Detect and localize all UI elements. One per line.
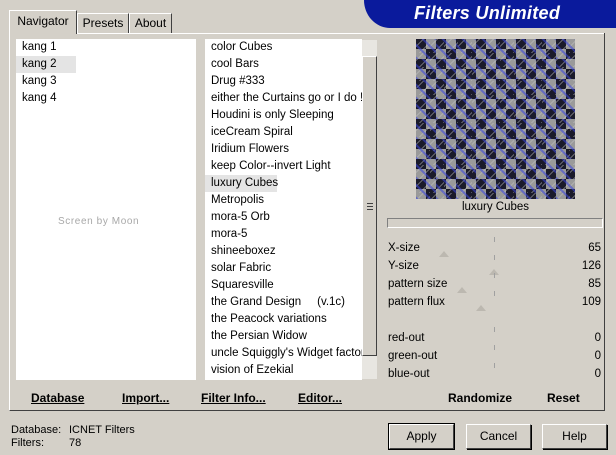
- slider-thumb-icon[interactable]: [457, 287, 467, 293]
- slider-pattern-size[interactable]: pattern size 85: [386, 273, 605, 294]
- filter-item[interactable]: shineeboxez: [205, 243, 276, 260]
- slider-tick: [494, 255, 495, 260]
- slider-tick: [494, 273, 495, 278]
- slider-label: pattern flux: [388, 296, 445, 308]
- filter-item[interactable]: the Peacock variations: [205, 311, 327, 328]
- slider-value: 65: [588, 242, 601, 254]
- app-title: Filters Unlimited: [414, 3, 561, 23]
- tab-navigator[interactable]: Navigator: [9, 10, 77, 34]
- filter-item[interactable]: mora-5: [205, 226, 247, 243]
- scrollbar-thumb[interactable]: [362, 56, 377, 356]
- slider-label: X-size: [388, 242, 420, 254]
- filter-item[interactable]: color Cubes: [205, 39, 272, 56]
- filter-item[interactable]: Iridium Flowers: [205, 141, 289, 158]
- filters-count-value: 78: [69, 437, 82, 449]
- slider-green-out[interactable]: green-out 0: [386, 345, 605, 366]
- slider-pattern-flux[interactable]: pattern flux 109: [386, 291, 605, 312]
- slider-value: 0: [594, 368, 601, 380]
- slider-red-out[interactable]: red-out 0: [386, 327, 605, 348]
- editor-button[interactable]: Editor...: [298, 391, 342, 405]
- database-value: ICNET Filters: [69, 424, 135, 436]
- slider-label: pattern size: [388, 278, 448, 290]
- slider-thumb-icon[interactable]: [476, 305, 486, 311]
- slider-tick: [494, 237, 495, 242]
- slider-value: 0: [594, 332, 601, 344]
- tab-presets[interactable]: Presets: [77, 13, 129, 33]
- cancel-button[interactable]: Cancel: [466, 424, 531, 449]
- filter-item[interactable]: Squaresville: [205, 277, 274, 294]
- slider-label: blue-out: [388, 368, 430, 380]
- slider-label: red-out: [388, 332, 425, 344]
- slider-tick: [494, 345, 495, 350]
- filter-item[interactable]: keep Color--invert Light: [205, 158, 331, 175]
- filter-item[interactable]: the Grand Design (v.1c): [205, 294, 345, 311]
- slider-label: green-out: [388, 350, 438, 362]
- filter-item[interactable]: Houdini is only Sleeping: [205, 107, 334, 124]
- filter-item[interactable]: cool Bars: [205, 56, 259, 73]
- slider-tick: [494, 363, 495, 368]
- filters-count-label: Filters:: [11, 437, 44, 449]
- slider-blue-out[interactable]: blue-out 0: [386, 363, 605, 384]
- slider-thumb-icon[interactable]: [439, 251, 449, 257]
- filter-list[interactable]: color Cubes cool Bars Drug #333 either t…: [205, 39, 370, 380]
- reset-button[interactable]: Reset: [547, 391, 580, 405]
- filter-item[interactable]: the Persian Widow: [205, 328, 307, 345]
- slider-label: Y-size: [388, 260, 419, 272]
- filter-item[interactable]: vision of Ezekial: [205, 362, 293, 379]
- category-item-selected[interactable]: kang 2: [16, 56, 76, 73]
- filter-item[interactable]: Metropolis: [205, 192, 264, 209]
- filter-preview-image: [416, 39, 575, 199]
- tab-about[interactable]: About: [129, 13, 172, 33]
- category-item[interactable]: kang 4: [16, 90, 76, 107]
- randomize-button[interactable]: Randomize: [448, 391, 512, 405]
- slider-value: 126: [581, 260, 601, 272]
- filter-item[interactable]: iceCream Spiral: [205, 124, 293, 141]
- help-button[interactable]: Help: [542, 424, 607, 449]
- slider-value: 0: [594, 350, 601, 362]
- slider-x-size[interactable]: X-size 65: [386, 237, 605, 258]
- slider-value: 85: [588, 278, 601, 290]
- filter-item-selected[interactable]: luxury Cubes: [205, 175, 278, 192]
- database-label: Database:: [11, 424, 62, 436]
- filter-item[interactable]: Drug #333: [205, 73, 265, 90]
- filter-item[interactable]: uncle Squiggly's Widget factory: [205, 345, 370, 362]
- effect-name-label: luxury Cubes: [461, 201, 530, 213]
- filter-list-scrollbar[interactable]: [362, 40, 377, 379]
- category-list[interactable]: kang 1 kang 2 kang 3 kang 4: [16, 39, 196, 380]
- filter-info-button[interactable]: Filter Info...: [201, 391, 266, 405]
- category-item[interactable]: kang 3: [16, 73, 76, 90]
- progress-bar: [387, 218, 603, 228]
- title-banner: Filters Unlimited: [364, 0, 616, 28]
- import-button[interactable]: Import...: [122, 391, 169, 405]
- grip-icon: [367, 203, 373, 210]
- database-button[interactable]: Database: [31, 391, 84, 405]
- filter-item[interactable]: solar Fabric: [205, 260, 271, 277]
- apply-button[interactable]: Apply: [388, 423, 455, 450]
- watermark-text: Screen by Moon: [58, 216, 140, 227]
- slider-value: 109: [581, 296, 601, 308]
- slider-y-size[interactable]: Y-size 126: [386, 255, 605, 276]
- slider-tick: [494, 291, 495, 296]
- category-item[interactable]: kang 1: [16, 39, 76, 56]
- filter-item[interactable]: mora-5 Orb: [205, 209, 270, 226]
- slider-tick: [494, 327, 495, 332]
- filter-item[interactable]: either the Curtains go or I do !: [205, 90, 363, 107]
